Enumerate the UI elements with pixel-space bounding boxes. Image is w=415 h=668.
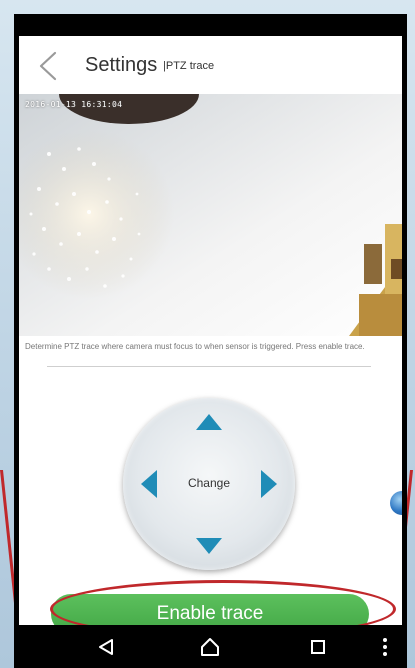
more-vertical-icon (383, 638, 387, 656)
page-subtitle: |PTZ trace (163, 60, 215, 72)
camera-timestamp: 2016-01-13 16:31:04 (25, 100, 123, 109)
ptz-joystick[interactable]: Change (123, 398, 295, 570)
nav-menu-button[interactable] (371, 633, 399, 661)
phone-frame: Settings |PTZ trace 2016-01-13 16:31:04 … (14, 14, 407, 668)
change-button[interactable]: Change (123, 476, 295, 490)
arrow-down-icon[interactable] (196, 538, 222, 554)
square-recents-icon (311, 640, 325, 654)
floating-ball-icon[interactable] (390, 491, 402, 515)
camera-scene (19, 94, 402, 336)
nav-back-button[interactable] (92, 633, 120, 661)
divider (47, 366, 371, 367)
chevron-left-icon (39, 51, 57, 81)
arrow-up-icon[interactable] (196, 414, 222, 430)
nav-home-button[interactable] (196, 633, 224, 661)
page-title: Settings (85, 54, 158, 76)
camera-preview[interactable]: 2016-01-13 16:31:04 (19, 94, 402, 336)
home-icon (201, 638, 219, 656)
android-nav-bar (14, 625, 407, 668)
triangle-back-icon (99, 639, 113, 655)
back-button[interactable] (33, 50, 63, 82)
nav-recents-button[interactable] (304, 633, 332, 661)
settings-screen: Settings |PTZ trace 2016-01-13 16:31:04 … (19, 36, 402, 639)
app-header: Settings |PTZ trace (19, 36, 402, 96)
status-bar (14, 14, 407, 36)
description-text: Determine PTZ trace where camera must fo… (25, 342, 365, 351)
